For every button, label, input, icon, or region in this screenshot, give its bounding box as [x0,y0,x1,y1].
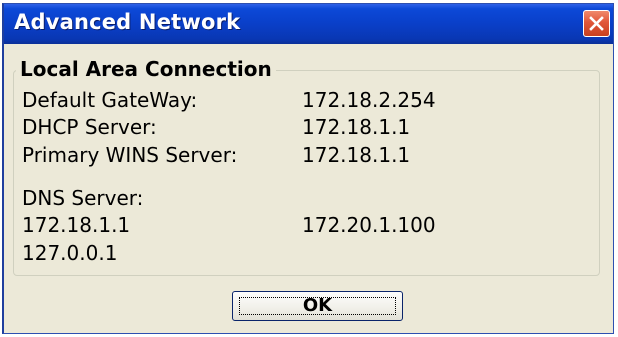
group-title: Local Area Connection [16,57,276,81]
primary-wins-server-label: Primary WINS Server: [22,143,238,167]
dns-server-value: 127.0.0.1 [22,241,118,265]
dhcp-server-value: 172.18.1.1 [302,115,411,139]
default-gateway-label: Default GateWay: [22,88,198,112]
default-gateway-value: 172.18.2.254 [302,88,436,112]
close-icon [589,16,604,31]
close-button[interactable] [583,10,610,37]
window-title: Advanced Network [14,10,241,34]
dns-server-value: 172.20.1.100 [302,213,436,237]
dhcp-server-label: DHCP Server: [22,115,157,139]
ok-button[interactable]: OK [232,291,403,321]
dns-server-label: DNS Server: [22,186,144,210]
primary-wins-server-value: 172.18.1.1 [302,143,411,167]
title-bar[interactable]: Advanced Network [4,4,613,44]
ok-button-label: OK [239,297,396,315]
dns-server-value: 172.18.1.1 [22,213,131,237]
